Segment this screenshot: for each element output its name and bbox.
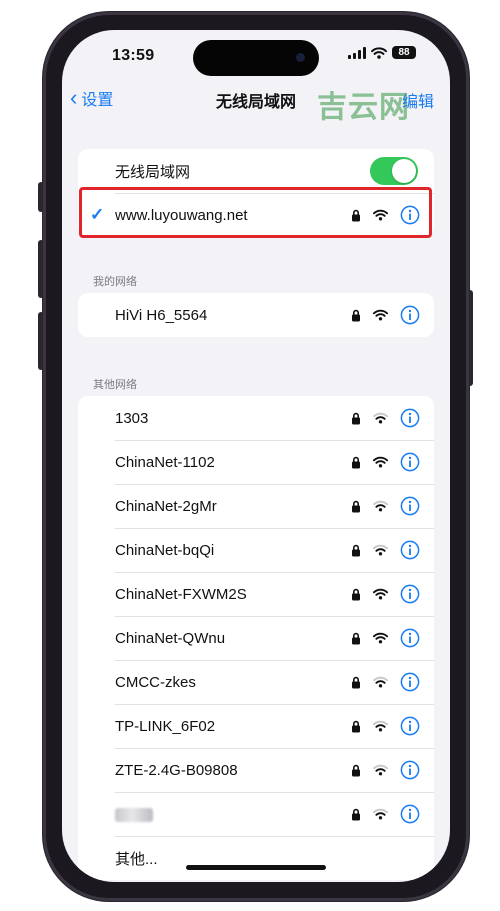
lock-icon [352,720,360,732]
wifi-toggle[interactable] [370,157,418,185]
checkmark-icon: ✓ [90,205,105,224]
lock-icon [352,309,360,321]
info-icon[interactable] [400,584,420,604]
network-row[interactable]: ZTE-2.4G-B09808 [78,748,434,792]
stage: 13:59 88 ‹ 设置 无线局域网 吉云网 编辑 无线局域网 ✓ www.l… [0,0,500,911]
network-name: ChinaNet-2gMr [115,497,217,515]
wifi-strong-icon [373,588,388,600]
section-header-other-networks: 其他网络 [93,379,137,391]
network-row[interactable]: 1303 [78,396,434,440]
phone-screen: 13:59 88 ‹ 设置 无线局域网 吉云网 编辑 无线局域网 ✓ www.l… [62,30,450,882]
network-icons [351,628,420,648]
wifi-weak-icon [373,764,388,776]
network-name: ChinaNet-QWnu [115,629,226,647]
network-icons [351,205,420,225]
status-time: 13:59 [112,47,155,64]
info-icon[interactable] [400,672,420,692]
network-name: ChinaNet-1102 [115,453,215,471]
network-row[interactable]: HiVi H6_5564 [78,293,434,337]
network-row[interactable]: ChinaNet-1102 [78,440,434,484]
network-row[interactable]: ChinaNet-bqQi [78,528,434,572]
network-icons [351,760,420,780]
network-name: TP-LINK_6F02 [115,717,216,735]
network-row[interactable]: CMCC-zkes [78,660,434,704]
info-icon[interactable] [400,496,420,516]
info-icon[interactable] [400,452,420,472]
network-row[interactable]: ChinaNet-FXWM2S [78,572,434,616]
network-name: 1303 [115,409,149,427]
network-icons [351,804,420,824]
network-name: www.luyouwang.net [115,206,248,224]
wifi-weak-icon [373,500,388,512]
info-icon[interactable] [400,408,420,428]
lock-icon [352,764,360,776]
lock-icon [352,456,360,468]
connected-network-row[interactable]: ✓ www.luyouwang.net [78,193,434,237]
network-name: ZTE-2.4G-B09808 [115,761,238,779]
front-camera-icon [296,53,305,62]
other-network-label: 其他... [115,850,158,868]
redacted-network-name [115,808,153,822]
wifi-strong-icon [373,456,388,468]
network-row[interactable]: ChinaNet-QWnu [78,616,434,660]
lock-icon [352,676,360,688]
info-icon[interactable] [400,760,420,780]
edit-button[interactable]: 编辑 [402,88,434,112]
network-icons [351,540,420,560]
cellular-signal-icon [348,46,366,59]
toggle-knob [392,159,416,183]
network-name: ChinaNet-FXWM2S [115,585,247,603]
lock-icon [352,632,360,644]
my-networks-card: HiVi H6_5564 [78,293,434,337]
wifi-weak-icon [373,412,388,424]
wifi-toggle-label: 无线局域网 [115,163,191,181]
wifi-strong-icon [373,632,388,644]
other-networks-card: 1303 ChinaNet-1102 ChinaNet-2gMr ChinaNe… [78,396,434,880]
lock-icon [352,544,360,556]
info-icon[interactable] [400,804,420,824]
wifi-card: 无线局域网 ✓ www.luyouwang.net [78,149,434,237]
network-icons [351,672,420,692]
wifi-strong-icon [373,209,388,221]
lock-icon [352,209,360,221]
lock-icon [352,588,360,600]
network-icons [351,408,420,428]
network-icons [351,716,420,736]
dynamic-island [193,40,319,76]
info-icon[interactable] [400,205,420,225]
lock-icon [352,500,360,512]
wifi-status-icon [371,46,387,59]
network-name: CMCC-zkes [115,673,196,691]
section-header-my-networks: 我的网络 [93,276,137,288]
info-icon[interactable] [400,305,420,325]
other-network-row[interactable]: 其他... [78,836,434,880]
wifi-weak-icon [373,676,388,688]
network-name: ChinaNet-bqQi [115,541,215,559]
wifi-strong-icon [373,309,388,321]
status-indicators: 88 [348,46,416,59]
lock-icon [352,808,360,820]
battery-icon: 88 [392,46,416,59]
network-icons [351,452,420,472]
lock-icon [352,412,360,424]
network-row[interactable]: TP-LINK_6F02 [78,704,434,748]
network-icons [351,496,420,516]
info-icon[interactable] [400,716,420,736]
wifi-weak-icon [373,544,388,556]
wifi-weak-icon [373,808,388,820]
info-icon[interactable] [400,628,420,648]
home-indicator [186,865,326,870]
wifi-weak-icon [373,720,388,732]
network-row[interactable] [78,792,434,836]
network-icons [351,584,420,604]
network-row[interactable]: ChinaNet-2gMr [78,484,434,528]
nav-bar: ‹ 设置 无线局域网 吉云网 编辑 [62,84,450,125]
watermark: 吉云网 [317,91,410,124]
wifi-toggle-row: 无线局域网 [78,149,434,193]
network-name: HiVi H6_5564 [115,306,208,324]
info-icon[interactable] [400,540,420,560]
network-icons [351,305,420,325]
